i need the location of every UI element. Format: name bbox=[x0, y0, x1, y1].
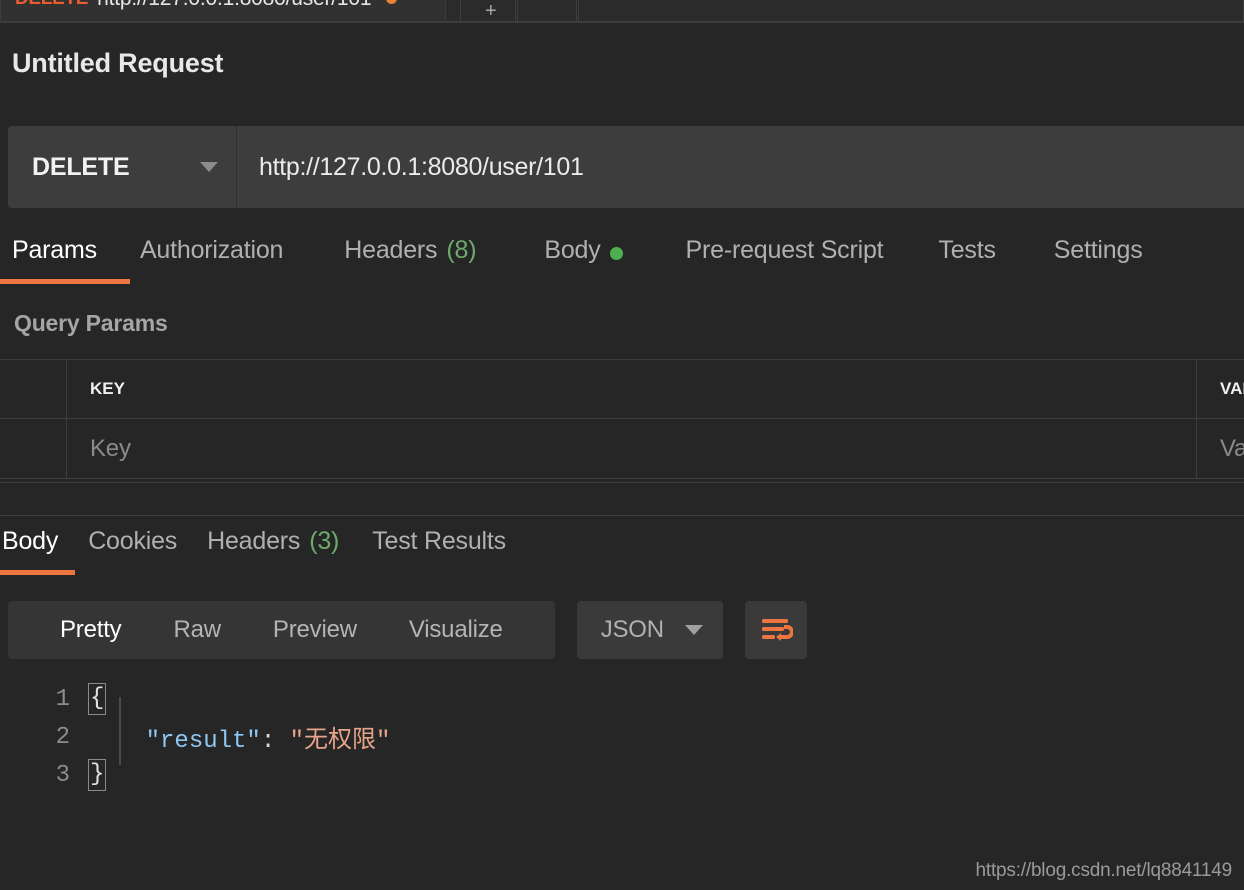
response-tab-headers-count: (3) bbox=[309, 527, 340, 555]
code-line-text: "result": "无权限" bbox=[88, 719, 1244, 755]
code-line-text: { bbox=[88, 683, 1244, 715]
url-bar: DELETE http://127.0.0.1:8080/user/101 bbox=[8, 126, 1244, 208]
tab-authorization[interactable]: Authorization bbox=[139, 232, 284, 284]
tab-strip-slot-3[interactable] bbox=[578, 0, 1244, 22]
response-tab-headers[interactable]: Headers (3) bbox=[207, 523, 339, 575]
close-brace: } bbox=[88, 759, 107, 791]
tab-settings[interactable]: Settings bbox=[1054, 232, 1143, 284]
tab-url-label: http://127.0.0.1:8080/user/101 bbox=[97, 0, 371, 11]
response-tab-bar: Body Cookies Headers (3) Test Results bbox=[0, 523, 1244, 575]
word-wrap-icon bbox=[761, 619, 793, 641]
tab-method-label: DELETE bbox=[15, 0, 88, 10]
response-body-code[interactable]: 1 { 2 "result": "无权限" 3 } bbox=[0, 680, 1244, 830]
table-row: Key Value bbox=[0, 419, 1244, 479]
tab-headers-count: (8) bbox=[446, 236, 477, 264]
response-tab-cookies[interactable]: Cookies bbox=[88, 523, 177, 575]
query-params-heading: Query Params bbox=[14, 310, 168, 336]
tab-params[interactable]: Params bbox=[0, 232, 130, 284]
response-view-mode-group: Pretty Raw Preview Visualize bbox=[8, 601, 555, 659]
pane-splitter[interactable] bbox=[0, 482, 1244, 516]
open-brace: { bbox=[88, 683, 107, 715]
request-tab-bar: Params Authorization Headers (8) Body Pr… bbox=[0, 232, 1244, 284]
response-tab-body[interactable]: Body bbox=[0, 523, 75, 575]
request-tab-delete-user-101[interactable]: DELETE http://127.0.0.1:8080/user/101 bbox=[0, 0, 446, 22]
row-checkbox-cell[interactable] bbox=[0, 419, 67, 478]
key-input-placeholder: Key bbox=[90, 434, 131, 462]
query-params-table: KEY VALUE Key Value bbox=[0, 359, 1244, 479]
tab-body[interactable]: Body bbox=[544, 232, 623, 284]
line-number: 1 bbox=[55, 685, 70, 713]
http-method-label: DELETE bbox=[32, 152, 130, 181]
response-tab-cookies-label: Cookies bbox=[88, 527, 178, 555]
json-string-value: "无权限" bbox=[289, 728, 391, 755]
json-key: "result" bbox=[145, 728, 261, 755]
tab-settings-label: Settings bbox=[1053, 236, 1143, 264]
tab-strip-divider bbox=[0, 21, 1244, 23]
key-input-cell[interactable]: Key bbox=[67, 419, 1197, 478]
code-line: 1 { bbox=[0, 680, 1244, 718]
value-input-cell[interactable]: Value bbox=[1197, 419, 1244, 478]
response-tab-body-label: Body bbox=[2, 527, 59, 555]
tab-strip-slot-2[interactable] bbox=[517, 0, 577, 22]
watermark-text: https://blog.csdn.net/lq8841149 bbox=[975, 860, 1233, 881]
active-tab-underline bbox=[0, 279, 130, 284]
tab-authorization-label: Authorization bbox=[139, 236, 284, 264]
table-header-row: KEY VALUE bbox=[0, 359, 1244, 419]
body-present-dot-icon bbox=[609, 247, 623, 260]
view-mode-raw[interactable]: Raw bbox=[147, 616, 246, 644]
response-view-toolbar: Pretty Raw Preview Visualize JSON bbox=[8, 601, 807, 659]
code-line: 2 "result": "无权限" bbox=[0, 718, 1244, 756]
chevron-down-icon[interactable] bbox=[684, 625, 703, 635]
tab-params-label: Params bbox=[12, 236, 97, 264]
tab-pre-request-script-label: Pre-request Script bbox=[685, 236, 884, 264]
column-header-value: VALUE bbox=[1220, 379, 1244, 398]
response-format-selector[interactable]: JSON bbox=[576, 601, 723, 659]
chevron-down-icon[interactable] bbox=[200, 162, 218, 172]
tab-tests-label: Tests bbox=[938, 236, 996, 264]
tab-headers[interactable]: Headers (8) bbox=[344, 232, 476, 284]
line-number: 3 bbox=[55, 761, 70, 789]
tab-pre-request-script[interactable]: Pre-request Script bbox=[686, 232, 884, 284]
column-header-key: KEY bbox=[67, 360, 1197, 418]
plus-icon[interactable]: + bbox=[485, 0, 497, 22]
select-all-checkbox-cell[interactable] bbox=[0, 360, 67, 418]
code-line-text: } bbox=[88, 759, 1244, 791]
view-mode-preview[interactable]: Preview bbox=[247, 616, 383, 644]
view-mode-pretty[interactable]: Pretty bbox=[34, 616, 147, 644]
url-input[interactable]: http://127.0.0.1:8080/user/101 bbox=[237, 126, 1244, 208]
tab-tests[interactable]: Tests bbox=[938, 232, 996, 284]
page-title: Untitled Request bbox=[12, 48, 224, 78]
response-format-label: JSON bbox=[600, 616, 664, 643]
active-response-tab-underline bbox=[0, 570, 75, 575]
response-tab-headers-label: Headers bbox=[207, 527, 301, 555]
line-number: 2 bbox=[55, 723, 70, 751]
code-line: 3 } bbox=[0, 756, 1244, 794]
tab-body-label: Body bbox=[544, 236, 601, 264]
unsaved-changes-dot-icon bbox=[386, 0, 398, 4]
value-input-placeholder: Value bbox=[1220, 434, 1244, 462]
tab-headers-label: Headers bbox=[344, 236, 438, 264]
request-tab-strip: DELETE http://127.0.0.1:8080/user/101 + bbox=[0, 0, 1244, 22]
word-wrap-toggle-button[interactable] bbox=[744, 601, 807, 659]
code-fold-guide bbox=[119, 697, 121, 765]
response-tab-test-results-label: Test Results bbox=[372, 527, 506, 555]
json-colon: : bbox=[260, 728, 290, 755]
http-method-selector[interactable]: DELETE bbox=[8, 126, 237, 208]
response-tab-test-results[interactable]: Test Results bbox=[372, 523, 506, 575]
view-mode-visualize[interactable]: Visualize bbox=[383, 616, 529, 644]
